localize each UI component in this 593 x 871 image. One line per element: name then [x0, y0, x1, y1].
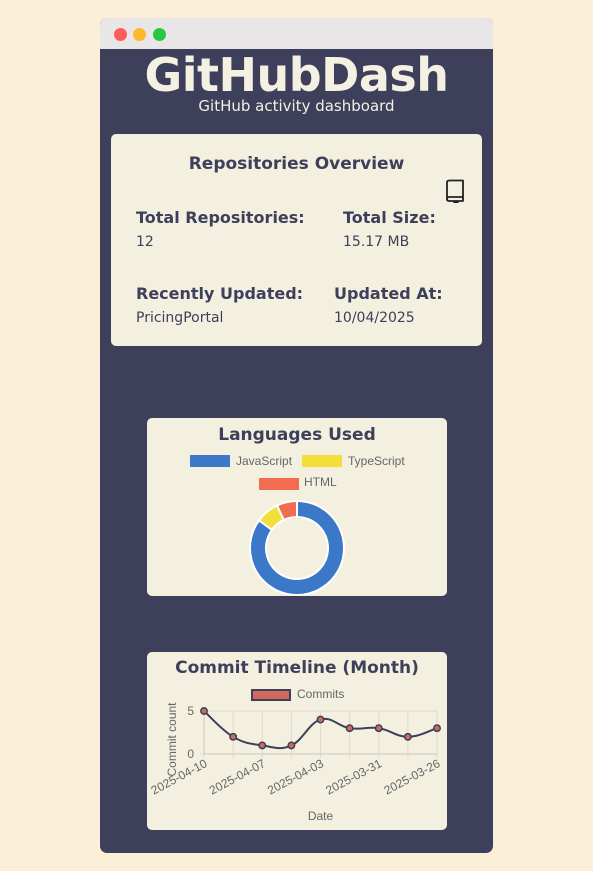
recently-updated-value: PricingPortal — [136, 310, 224, 326]
legend-label: JavaScript — [236, 454, 293, 468]
commit-data-point[interactable] — [229, 732, 238, 741]
legend-label: HTML — [304, 475, 337, 489]
commit-data-point[interactable] — [403, 732, 412, 741]
minimize-window-button[interactable] — [133, 28, 146, 41]
y-tick-label: 5 — [187, 704, 194, 718]
x-tick-label: 2025-03-31 — [323, 756, 384, 797]
commit-data-point[interactable] — [433, 724, 441, 733]
total-size-label: Total Size: — [343, 208, 436, 227]
x-tick-label: 2025-04-07 — [207, 756, 268, 797]
close-window-button[interactable] — [114, 28, 127, 41]
app-window: GitHubDash GitHub activity dashboard Rep… — [100, 18, 493, 853]
updated-at-value: 10/04/2025 — [334, 310, 415, 326]
commit-data-point[interactable] — [374, 724, 383, 733]
commit-data-point[interactable] — [200, 707, 208, 715]
legend-swatch — [190, 455, 230, 467]
app-subtitle: GitHub activity dashboard — [198, 97, 395, 115]
window-titlebar — [100, 18, 493, 49]
recently-updated-label: Recently Updated: — [136, 284, 304, 303]
maximize-window-button[interactable] — [153, 28, 166, 41]
languages-donut-chart — [249, 499, 345, 596]
repositories-overview-card: Repositories Overview Total Repositories… — [111, 134, 482, 346]
legend-label: TypeScript — [348, 454, 405, 468]
x-axis-label: Date — [308, 809, 334, 823]
total-size-value: 15.17 MB — [343, 234, 410, 250]
legend-swatch — [302, 455, 342, 467]
commit-data-point[interactable] — [345, 724, 354, 733]
commit-data-point[interactable] — [316, 715, 325, 724]
app-title: GitHubDash — [144, 48, 449, 102]
y-axis-label: Commit count — [165, 702, 179, 777]
book-icon — [446, 179, 464, 203]
languages-card: Languages Used JavaScript TypeScript HTM… — [147, 418, 447, 596]
x-tick-label: 2025-04-03 — [265, 756, 326, 797]
overview-title: Repositories Overview — [188, 154, 405, 174]
commit-data-point[interactable] — [258, 741, 267, 750]
total-repos-value: 12 — [136, 234, 154, 250]
commit-data-point[interactable] — [287, 741, 296, 750]
commit-line-chart: 05Commit count2025-04-102025-04-072025-0… — [149, 702, 443, 823]
updated-at-label: Updated At: — [334, 284, 443, 303]
x-tick-label: 2025-04-10 — [149, 756, 210, 797]
legend-swatch — [259, 478, 299, 490]
commit-timeline-card: Commit Timeline (Month) Commits 0 5 Commit… — [147, 652, 447, 830]
x-tick-label: 2025-03-26 — [382, 756, 443, 797]
languages-title: Languages Used — [218, 425, 376, 445]
y-tick-label: 0 — [187, 747, 194, 761]
total-repos-label: Total Repositories: — [136, 208, 305, 227]
